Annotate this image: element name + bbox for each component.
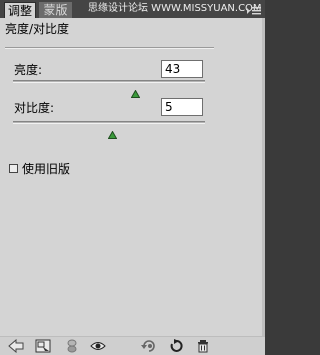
panel-title: 亮度/对比度 (5, 22, 70, 36)
tab-masks[interactable]: 蒙版 (39, 2, 72, 18)
contrast-slider-thumb[interactable] (107, 124, 118, 139)
use-legacy-checkbox[interactable] (9, 164, 18, 173)
watermark: 思缘设计论坛 WWW.MISSYUAN.COM (88, 3, 262, 14)
reset-icon[interactable] (168, 339, 184, 353)
panel-tab-bar: 调整 蒙版 思缘设计论坛 WWW.MISSYUAN.COM (0, 0, 265, 18)
use-legacy-label: 使用旧版 (22, 162, 71, 176)
expand-view-icon[interactable] (35, 339, 51, 353)
brightness-label: 亮度: (14, 63, 43, 77)
view-previous-state-icon[interactable] (140, 339, 156, 353)
panel-right-edge (262, 18, 265, 355)
clip-to-layer-icon[interactable] (64, 339, 80, 353)
brightness-slider-thumb[interactable] (131, 83, 141, 98)
adjustments-panel: 调整 蒙版 思缘设计论坛 WWW.MISSYUAN.COM 亮度/对比度 亮度:… (0, 0, 265, 355)
visibility-toggle-icon[interactable] (90, 339, 106, 353)
contrast-input[interactable] (161, 98, 203, 116)
contrast-label: 对比度: (14, 101, 55, 115)
tab-adjustments[interactable]: 调整 (4, 2, 36, 18)
brightness-slider-track[interactable] (13, 80, 205, 83)
panel-menu-icon[interactable] (246, 2, 262, 15)
title-divider (5, 47, 214, 49)
brightness-input[interactable] (161, 60, 203, 78)
delete-icon[interactable] (195, 339, 211, 353)
back-arrow-icon[interactable] (8, 339, 24, 353)
bottom-toolbar (0, 336, 265, 355)
